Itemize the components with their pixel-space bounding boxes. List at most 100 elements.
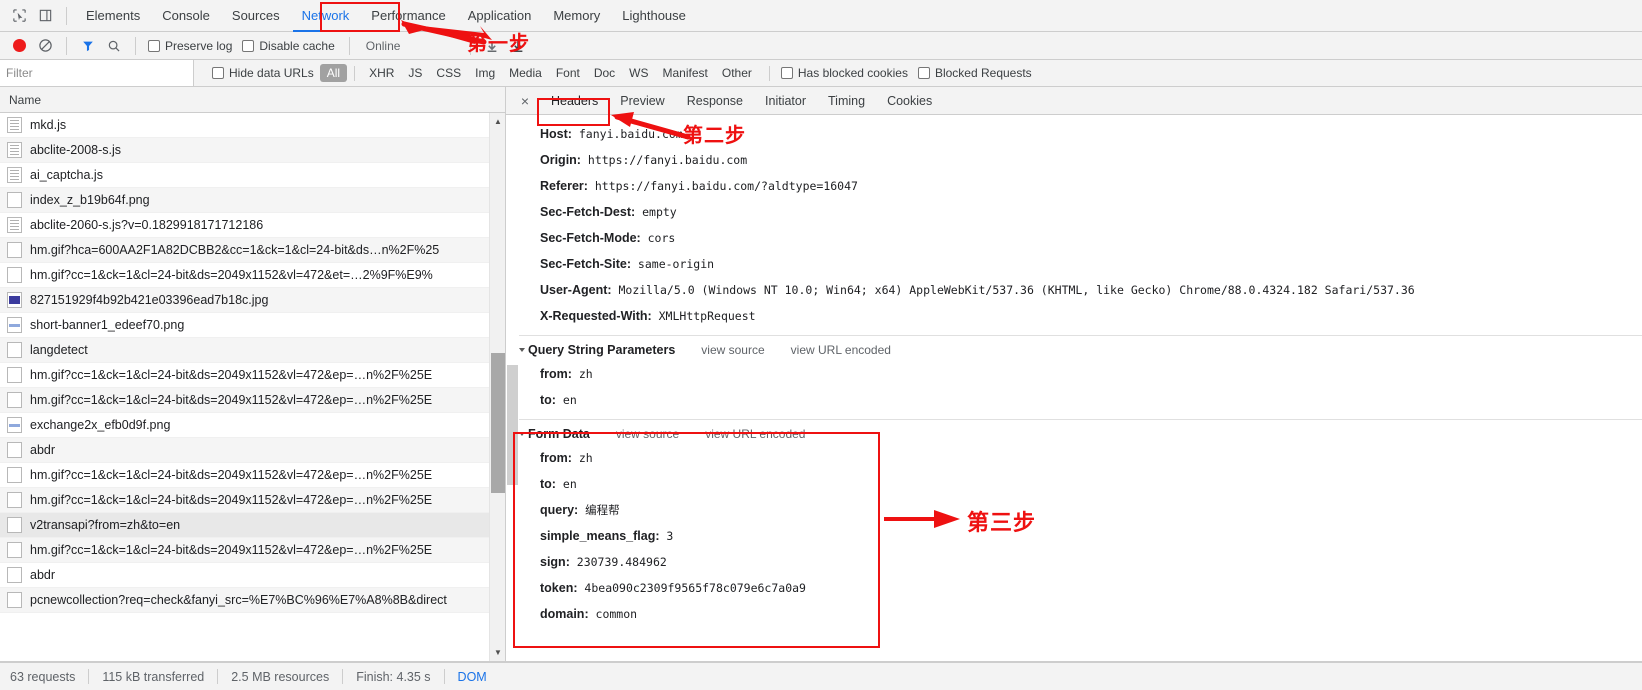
request-name: hm.gif?cc=1&ck=1&cl=24-bit&ds=2049x1152&…	[30, 268, 433, 282]
table-row[interactable]: short-banner1_edeef70.png	[0, 313, 505, 338]
requests-column-header[interactable]: Name	[0, 87, 505, 113]
toggle-device-toolbar-icon[interactable]	[32, 3, 58, 29]
tab-network[interactable]: Network	[291, 0, 361, 32]
hide-data-urls-checkbox[interactable]: Hide data URLs	[212, 66, 314, 80]
requests-rows[interactable]: mkd.jsabclite-2008-s.jsai_captcha.jsinde…	[0, 113, 505, 661]
network-toolbar: Preserve log Disable cache Online	[0, 32, 1642, 60]
tab-elements[interactable]: Elements	[75, 0, 151, 32]
table-row[interactable]: abclite-2008-s.js	[0, 138, 505, 163]
header-value: Mozilla/5.0 (Windows NT 10.0; Win64; x64…	[612, 283, 1415, 297]
form-data-header[interactable]: Form Data view source view URL encoded	[506, 427, 1642, 441]
table-row[interactable]: hm.gif?cc=1&ck=1&cl=24-bit&ds=2049x1152&…	[0, 363, 505, 388]
status-requests: 63 requests	[10, 670, 75, 684]
filter-type-css[interactable]: CSS	[429, 64, 468, 82]
table-row[interactable]: exchange2x_efb0d9f.png	[0, 413, 505, 438]
table-row[interactable]: v2transapi?from=zh&to=en	[0, 513, 505, 538]
scroll-up-icon[interactable]: ▲	[490, 113, 506, 130]
table-row[interactable]: abclite-2060-s.js?v=0.1829918171712186	[0, 213, 505, 238]
header-value: common	[589, 607, 637, 621]
filter-funnel-icon[interactable]	[75, 34, 101, 58]
table-row[interactable]: hm.gif?cc=1&ck=1&cl=24-bit&ds=2049x1152&…	[0, 463, 505, 488]
disable-cache-checkbox[interactable]: Disable cache	[242, 39, 334, 53]
tab-sources[interactable]: Sources	[221, 0, 291, 32]
filter-type-all[interactable]: All	[320, 64, 347, 82]
request-name: langdetect	[30, 343, 88, 357]
tab-application[interactable]: Application	[457, 0, 543, 32]
header-value: XMLHttpRequest	[652, 309, 756, 323]
filter-type-font[interactable]: Font	[549, 64, 587, 82]
tab-performance[interactable]: Performance	[360, 0, 456, 32]
header-value: https://fanyi.baidu.com/?aldtype=16047	[588, 179, 858, 193]
tab-preview[interactable]: Preview	[609, 87, 675, 115]
toolbar-divider-3	[135, 37, 136, 55]
tab-lighthouse[interactable]: Lighthouse	[611, 0, 697, 32]
table-row[interactable]: index_z_b19b64f.png	[0, 188, 505, 213]
scroll-down-icon[interactable]: ▼	[490, 644, 506, 661]
header-row: User-Agent: Mozilla/5.0 (Windows NT 10.0…	[506, 277, 1642, 303]
status-finish: Finish: 4.35 s	[356, 670, 430, 684]
view-source-link[interactable]: view source	[701, 343, 764, 357]
close-icon[interactable]: ×	[516, 92, 534, 110]
view-url-encoded-link[interactable]: view URL encoded	[791, 343, 891, 357]
export-har-icon[interactable]	[505, 34, 531, 58]
js-file-icon	[7, 142, 22, 158]
table-row[interactable]: hm.gif?cc=1&ck=1&cl=24-bit&ds=2049x1152&…	[0, 388, 505, 413]
has-blocked-cookies-checkbox[interactable]: Has blocked cookies	[781, 66, 908, 80]
record-button[interactable]	[6, 34, 32, 58]
header-key: to:	[540, 393, 556, 407]
filter-type-img[interactable]: Img	[468, 64, 502, 82]
view-url-encoded-link[interactable]: view URL encoded	[705, 427, 805, 441]
query-string-header[interactable]: Query String Parameters view source view…	[506, 343, 1642, 357]
table-row[interactable]: hm.gif?hca=600AA2F1A82DCBB2&cc=1&ck=1&cl…	[0, 238, 505, 263]
throttling-select[interactable]: Online	[358, 39, 409, 53]
generic-file-icon	[7, 517, 22, 533]
filter-type-ws[interactable]: WS	[622, 64, 655, 82]
table-row[interactable]: mkd.js	[0, 113, 505, 138]
js-file-icon	[7, 217, 22, 233]
detail-scrollbar-thumb[interactable]	[507, 365, 518, 485]
import-har-icon[interactable]	[479, 34, 505, 58]
request-name: hm.gif?cc=1&ck=1&cl=24-bit&ds=2049x1152&…	[30, 493, 432, 507]
table-row[interactable]: hm.gif?cc=1&ck=1&cl=24-bit&ds=2049x1152&…	[0, 538, 505, 563]
js-file-icon	[7, 117, 22, 133]
requests-scrollbar[interactable]: ▲ ▼	[489, 113, 505, 661]
table-row[interactable]: abdr	[0, 438, 505, 463]
blocked-requests-checkbox[interactable]: Blocked Requests	[918, 66, 1032, 80]
table-row[interactable]: pcnewcollection?req=check&fanyi_src=%E7%…	[0, 588, 505, 613]
tab-headers[interactable]: Headers	[540, 87, 609, 115]
header-value: zh	[572, 367, 593, 381]
table-row[interactable]: hm.gif?cc=1&ck=1&cl=24-bit&ds=2049x1152&…	[0, 263, 505, 288]
header-value: zh	[572, 451, 593, 465]
headers-content[interactable]: Host: fanyi.baidu.comOrigin: https://fan…	[506, 115, 1642, 661]
scrollbar-thumb[interactable]	[491, 353, 505, 493]
tab-memory[interactable]: Memory	[542, 0, 611, 32]
header-row: Origin: https://fanyi.baidu.com	[506, 147, 1642, 173]
table-row[interactable]: 827151929f4b92b421e03396ead7b18c.jpg	[0, 288, 505, 313]
filter-input[interactable]	[0, 60, 194, 86]
table-row[interactable]: hm.gif?cc=1&ck=1&cl=24-bit&ds=2049x1152&…	[0, 488, 505, 513]
table-row[interactable]: ai_captcha.js	[0, 163, 505, 188]
filter-type-manifest[interactable]: Manifest	[656, 64, 715, 82]
tab-console[interactable]: Console	[151, 0, 221, 32]
filter-type-other[interactable]: Other	[715, 64, 759, 82]
filter-type-xhr[interactable]: XHR	[362, 64, 401, 82]
table-row[interactable]: abdr	[0, 563, 505, 588]
header-row: Host: fanyi.baidu.com	[506, 121, 1642, 147]
view-source-link[interactable]: view source	[616, 427, 679, 441]
filter-type-media[interactable]: Media	[502, 64, 549, 82]
tab-timing[interactable]: Timing	[817, 87, 876, 115]
header-value: 230739.484962	[570, 555, 667, 569]
detail-scrollbar[interactable]	[506, 115, 519, 661]
preserve-log-checkbox[interactable]: Preserve log	[148, 39, 232, 53]
filter-type-doc[interactable]: Doc	[587, 64, 622, 82]
tab-initiator[interactable]: Initiator	[754, 87, 817, 115]
clear-button[interactable]	[32, 34, 58, 58]
tab-response[interactable]: Response	[676, 87, 754, 115]
inspect-element-icon[interactable]	[6, 3, 32, 29]
tab-cookies[interactable]: Cookies	[876, 87, 943, 115]
has-blocked-cookies-label: Has blocked cookies	[798, 66, 908, 80]
header-key: domain:	[540, 607, 589, 621]
table-row[interactable]: langdetect	[0, 338, 505, 363]
search-icon[interactable]	[101, 34, 127, 58]
filter-type-js[interactable]: JS	[401, 64, 429, 82]
